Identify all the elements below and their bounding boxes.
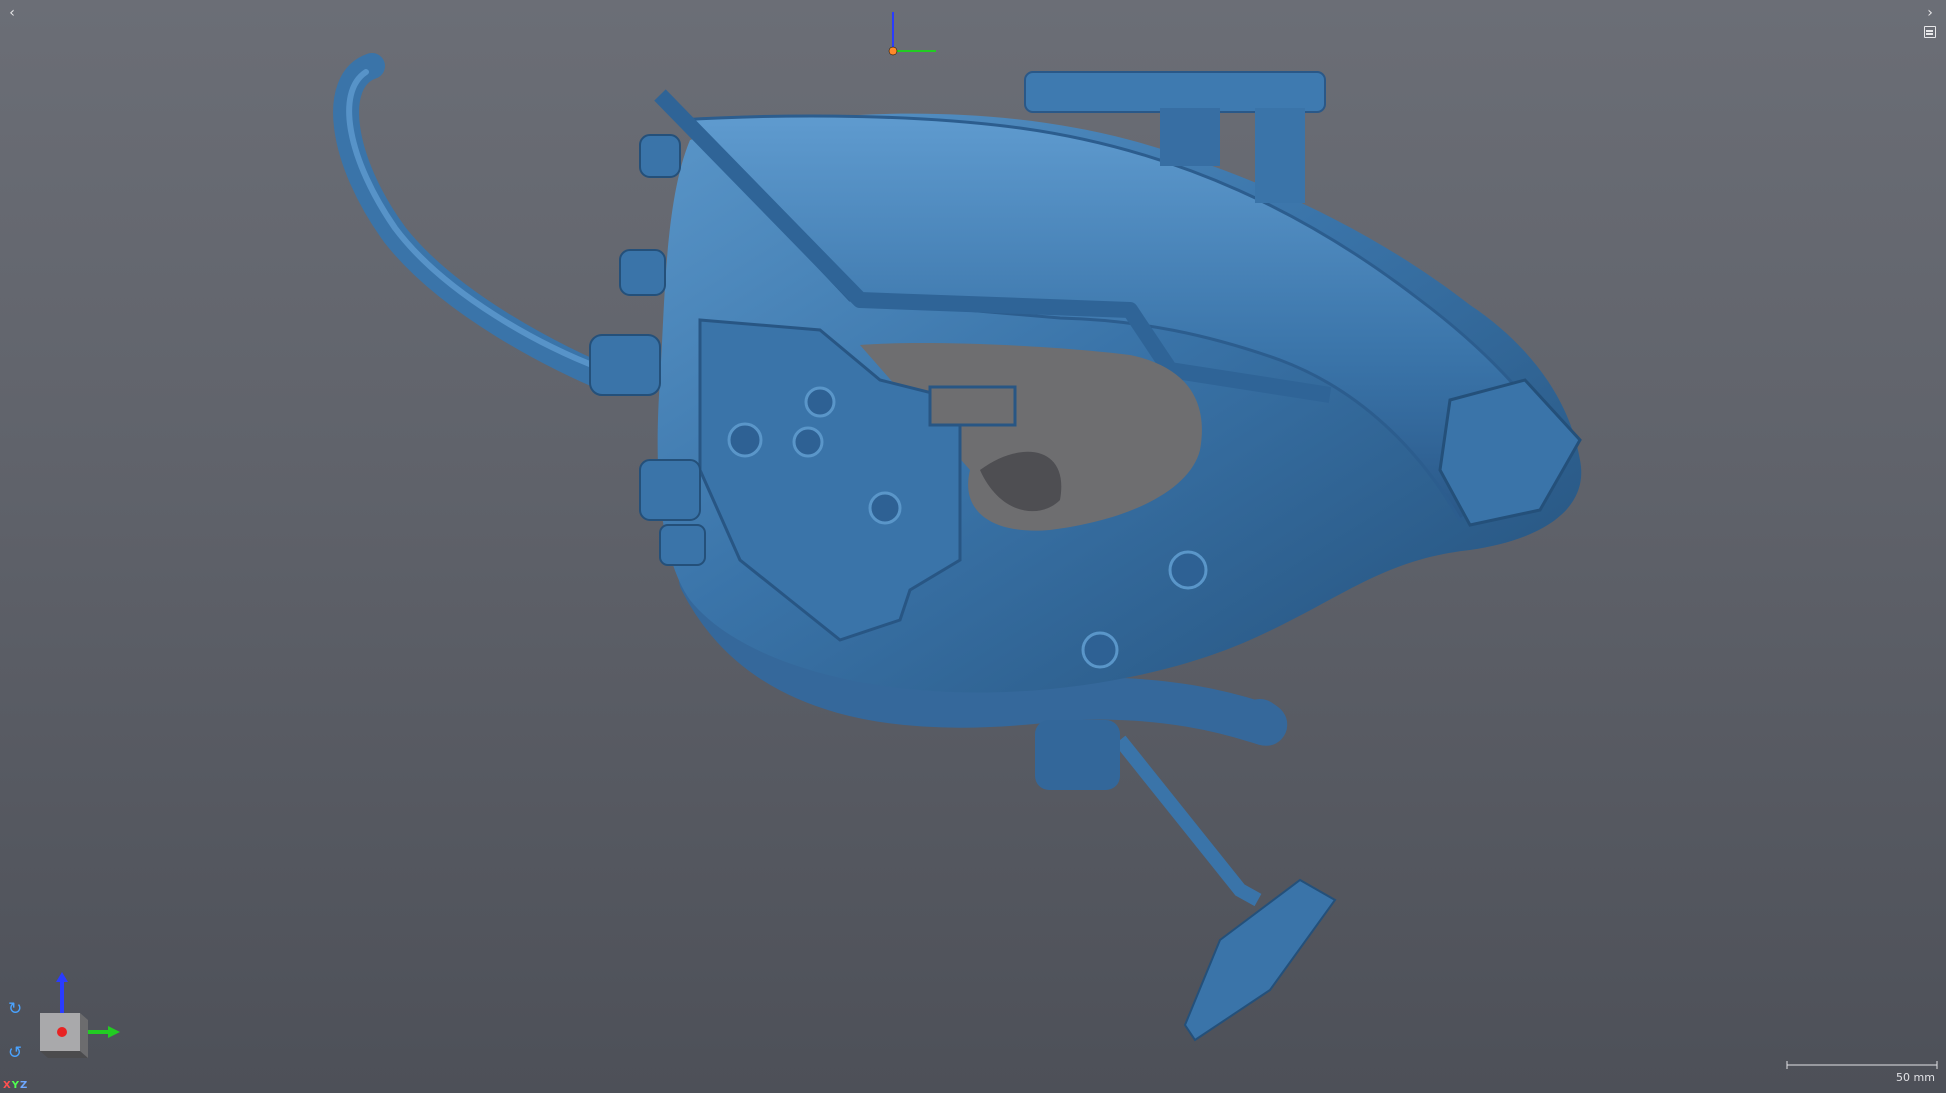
top-post-left — [1160, 108, 1220, 166]
bottom-flange — [1035, 720, 1120, 790]
scale-bar — [1786, 1061, 1938, 1069]
bracket-arm — [1114, 735, 1262, 907]
bracket-foot — [1183, 878, 1337, 1042]
view-axis-gizmo — [888, 12, 936, 56]
rotate-ccw-icon[interactable]: ↺ — [8, 1043, 22, 1063]
orientation-cube[interactable] — [40, 972, 120, 1058]
chevron-left-icon[interactable]: ‹ — [4, 6, 20, 22]
hose-highlight — [346, 69, 603, 371]
top-flange — [1024, 71, 1326, 113]
hose — [333, 53, 623, 393]
panel-icon[interactable] — [1924, 26, 1936, 38]
axis-y-label: Y — [11, 1080, 20, 1091]
axis-z-label: Z — [19, 1080, 29, 1091]
chevron-right-icon[interactable]: › — [1922, 6, 1938, 22]
axis-labels: XYZ — [3, 1080, 28, 1091]
scale-label: 50 mm — [1896, 1071, 1935, 1084]
scan-model[interactable] — [0, 0, 1946, 1093]
3d-viewport[interactable]: ‹ › ↻ ↺ XYZ 50 mm — [0, 0, 1946, 1093]
axis-x-label: X — [3, 1080, 12, 1091]
plate-slot — [928, 385, 1017, 427]
top-post-right — [1255, 108, 1305, 203]
rotate-cw-icon[interactable]: ↻ — [8, 999, 22, 1019]
